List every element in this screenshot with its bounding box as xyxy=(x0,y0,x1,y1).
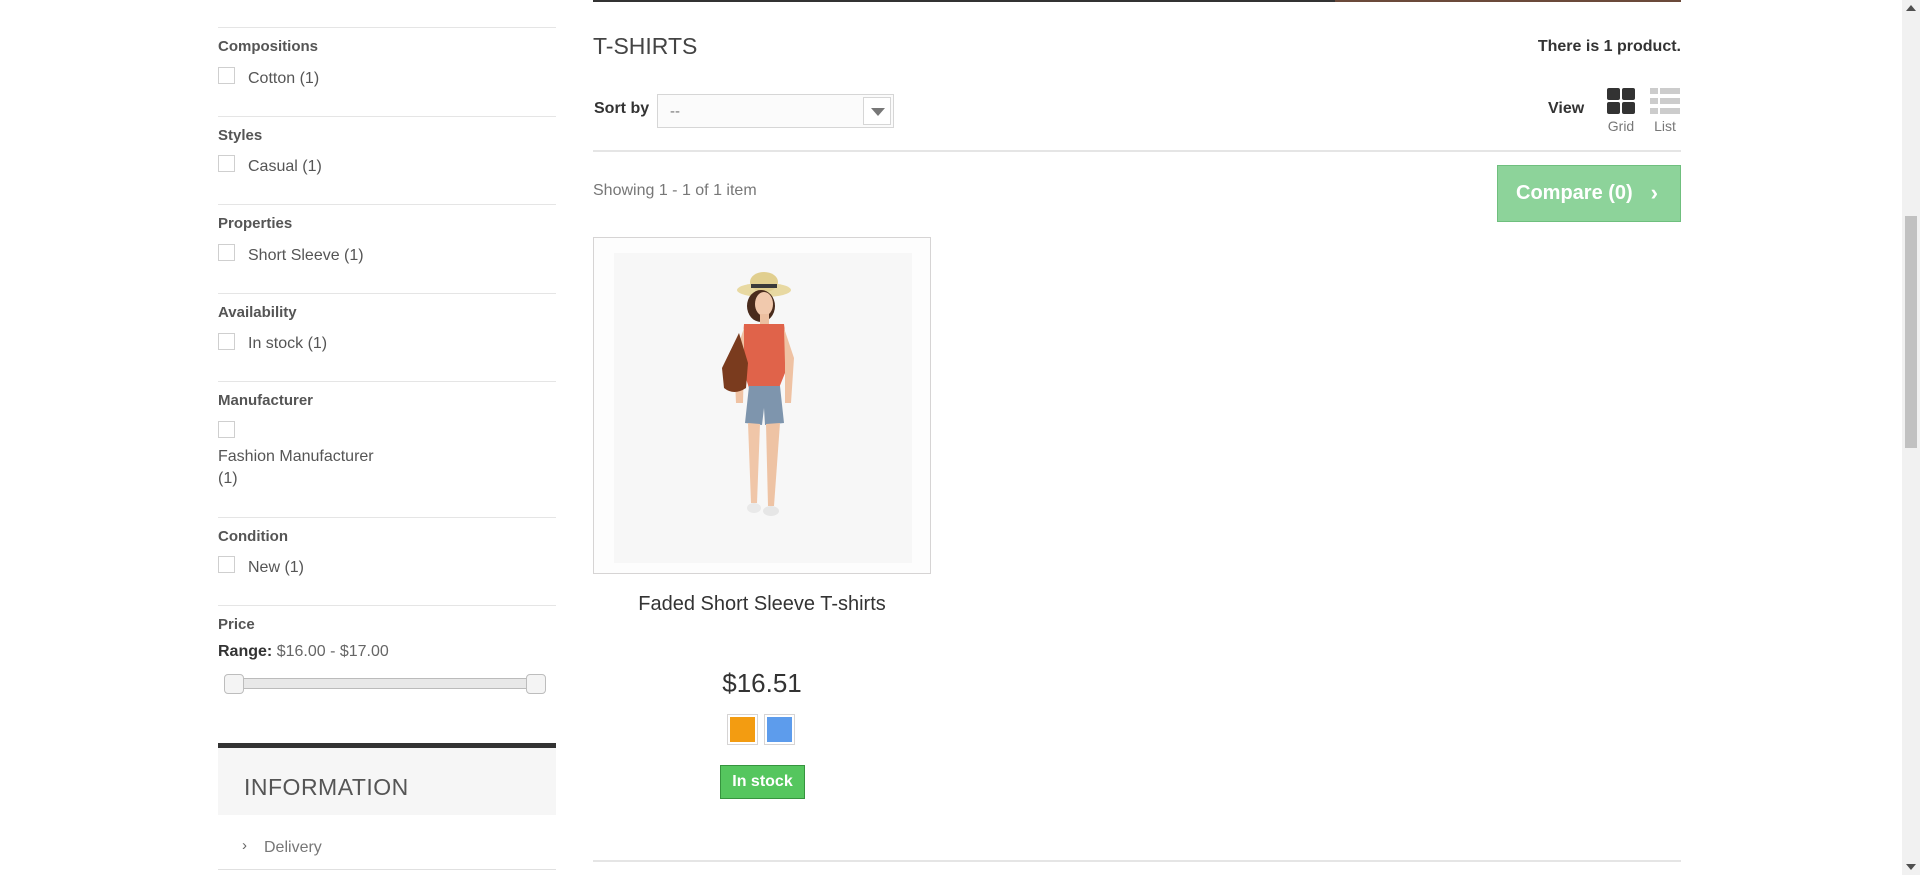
information-title: INFORMATION xyxy=(244,774,409,800)
divider xyxy=(593,860,1681,862)
compare-button-label[interactable]: Compare (0) xyxy=(1516,182,1633,205)
facet-properties: Properties Short Sleeve (1) xyxy=(218,204,556,270)
product-price: $16.51 xyxy=(722,668,802,698)
price-slider-track[interactable] xyxy=(224,678,546,689)
compare-button[interactable]: Compare (0) › xyxy=(1497,165,1681,222)
scrollbar-thumb[interactable] xyxy=(1905,216,1917,448)
color-swatch-orange[interactable] xyxy=(727,714,758,745)
grid-icon[interactable] xyxy=(1607,88,1635,114)
checkbox-short-sleeve[interactable] xyxy=(218,244,235,261)
chevron-right-icon: › xyxy=(242,837,247,854)
facet-compositions: Compositions Cotton (1) xyxy=(218,27,556,93)
view-list-button[interactable]: List xyxy=(1647,88,1683,134)
checkbox-label[interactable]: Cotton (1) xyxy=(248,70,319,88)
facet-title: Styles xyxy=(218,127,263,144)
showing-count: Showing 1 - 1 of 1 item xyxy=(593,182,757,199)
sort-select[interactable]: -- xyxy=(657,94,894,128)
information-item-label[interactable]: Delivery xyxy=(264,839,322,857)
checkbox-cotton[interactable] xyxy=(218,67,235,84)
scroll-down-icon[interactable] xyxy=(1906,864,1916,870)
price-range: Range: $16.00 - $17.00 xyxy=(218,643,389,661)
checkbox-label-count[interactable]: (1) xyxy=(218,470,238,488)
checkbox-fashion-manufacturer[interactable] xyxy=(218,421,235,438)
facet-manufacturer: Manufacturer Fashion Manufacturer (1) xyxy=(218,381,556,501)
page-title: T-SHIRTS xyxy=(593,33,698,59)
checkbox-label[interactable]: Casual (1) xyxy=(248,158,322,176)
price-slider-max-handle[interactable] xyxy=(526,674,546,694)
checkbox-casual[interactable] xyxy=(218,155,235,172)
checkbox-label[interactable]: In stock (1) xyxy=(248,335,327,353)
chevron-right-icon[interactable]: › xyxy=(1651,180,1658,206)
checkbox-label[interactable]: New (1) xyxy=(248,559,304,577)
view-label: View xyxy=(1548,100,1585,117)
product-name[interactable]: Faded Short Sleeve T-shirts xyxy=(593,593,931,616)
product-photo[interactable] xyxy=(594,238,931,574)
sort-selected-value[interactable]: -- xyxy=(670,103,680,120)
color-swatch-blue[interactable] xyxy=(764,714,795,745)
chevron-down-icon[interactable] xyxy=(863,97,891,125)
facet-condition: Condition New (1) xyxy=(218,517,556,583)
checkbox-new[interactable] xyxy=(218,556,235,573)
facet-title: Condition xyxy=(218,528,288,545)
price-slider-min-handle[interactable] xyxy=(224,674,244,694)
status-badge: In stock xyxy=(720,765,805,799)
price-range-value: $16.00 - $17.00 xyxy=(276,643,389,660)
facet-title: Properties xyxy=(218,215,293,232)
sort-label: Sort by xyxy=(594,100,650,117)
checkbox-label[interactable]: Short Sleeve (1) xyxy=(248,247,364,265)
view-grid-label[interactable]: Grid xyxy=(1603,118,1639,134)
price-range-label: Range: xyxy=(218,643,273,660)
scrollbar[interactable] xyxy=(1902,0,1920,875)
facet-title: Compositions xyxy=(218,38,318,55)
information-block: INFORMATION xyxy=(218,743,556,815)
product-image[interactable] xyxy=(593,237,931,574)
facet-title: Manufacturer xyxy=(218,392,314,409)
checkbox-in-stock[interactable] xyxy=(218,333,235,350)
facet-title: Price xyxy=(218,616,255,633)
view-list-label[interactable]: List xyxy=(1647,118,1683,134)
list-icon[interactable] xyxy=(1650,88,1680,114)
view-grid-button[interactable]: Grid xyxy=(1603,88,1639,134)
checkbox-label[interactable]: Fashion Manufacturer xyxy=(218,448,374,466)
category-banner-image-edge xyxy=(1335,0,1681,2)
facet-styles: Styles Casual (1) xyxy=(218,116,556,182)
scroll-up-icon[interactable] xyxy=(1906,5,1916,11)
facet-title: Availability xyxy=(218,304,297,321)
information-item-delivery[interactable]: › Delivery xyxy=(218,815,556,870)
product-count: There is 1 product. xyxy=(1537,38,1681,55)
facet-availability: Availability In stock (1) xyxy=(218,293,556,359)
divider xyxy=(593,150,1681,152)
